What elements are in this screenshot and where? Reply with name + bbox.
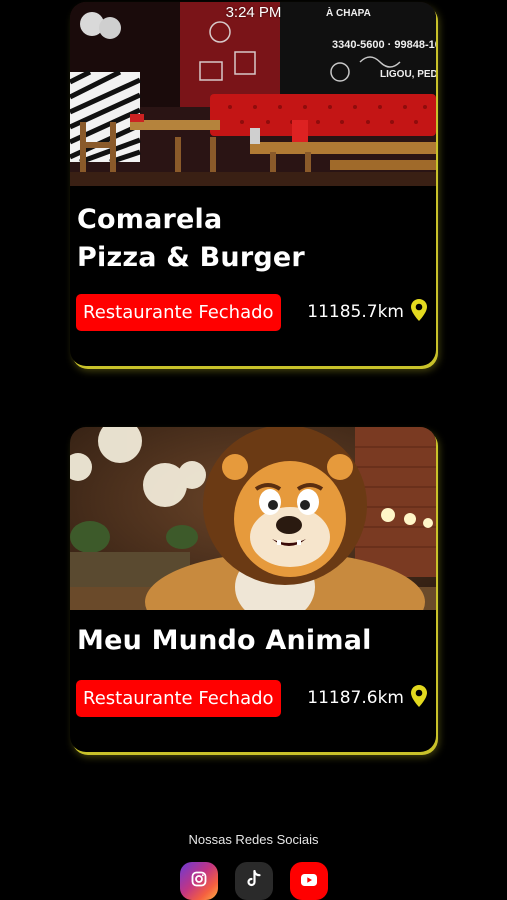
restaurant-info-row: Restaurante Fechado 11185.7km xyxy=(76,293,428,331)
tiktok-button[interactable] xyxy=(234,862,273,900)
restaurant-name: Comarela Pizza & Burger xyxy=(77,204,305,273)
svg-text:3340-5600 · 99848-1023: 3340-5600 · 99848-1023 xyxy=(332,39,436,51)
restaurant-photo xyxy=(70,427,436,610)
distance-value: 11185.7km xyxy=(307,302,404,322)
youtube-button[interactable] xyxy=(289,862,328,900)
youtube-icon xyxy=(300,872,318,891)
restaurant-card-comarela[interactable]: À CHAPA 3340-5600 · 99848-1023 LIGOU, PE… xyxy=(70,2,436,366)
instagram-icon xyxy=(191,871,207,891)
status-bar-time: 3:24 PM xyxy=(225,4,282,21)
distance-info: 11185.7km xyxy=(307,298,428,327)
location-pin-icon xyxy=(410,684,428,713)
instagram-button[interactable] xyxy=(179,862,218,900)
distance-info: 11187.6km xyxy=(307,684,428,713)
location-pin-icon xyxy=(410,298,428,327)
tiktok-icon xyxy=(246,869,262,892)
status-badge: Restaurante Fechado xyxy=(76,679,281,717)
distance-value: 11187.6km xyxy=(307,688,404,708)
restaurant-info-row: Restaurante Fechado 11187.6km xyxy=(76,679,428,717)
social-links xyxy=(0,862,507,900)
svg-text:LIGOU, PEDIU, CHEGOU: LIGOU, PEDIU, CHEGOU xyxy=(380,69,436,80)
status-badge: Restaurante Fechado xyxy=(76,293,281,331)
restaurant-name: Meu Mundo Animal xyxy=(77,625,372,656)
restaurant-photo: À CHAPA 3340-5600 · 99848-1023 LIGOU, PE… xyxy=(70,2,436,186)
socials-title: Nossas Redes Sociais xyxy=(188,832,319,847)
restaurant-card-meu-mundo-animal[interactable]: Meu Mundo Animal Restaurante Fechado 111… xyxy=(70,427,436,752)
